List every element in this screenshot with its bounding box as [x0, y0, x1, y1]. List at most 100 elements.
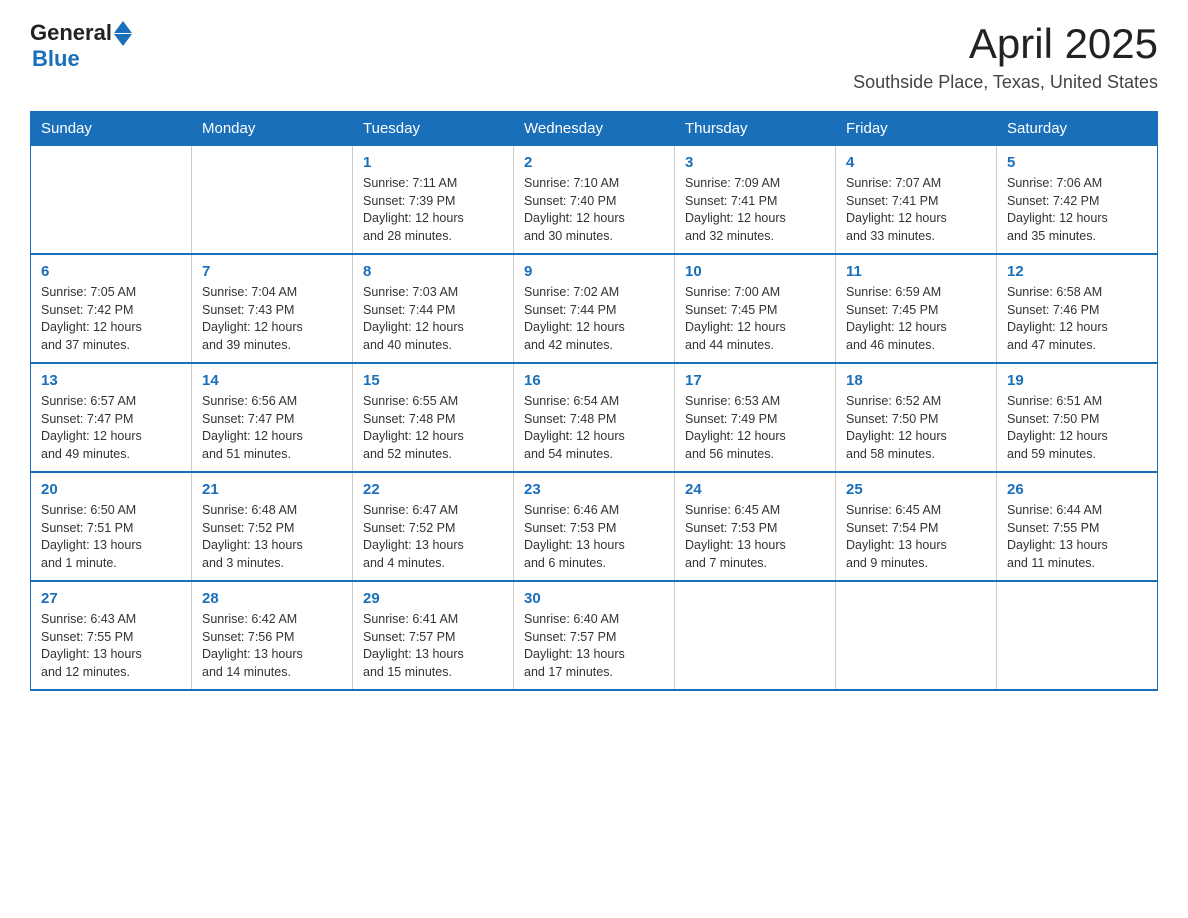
day-number: 17 [685, 372, 825, 389]
table-row: 22 Sunrise: 6:47 AM Sunset: 7:52 PM Dayli… [353, 472, 514, 581]
table-row: 23Sunrise: 6:46 AM Sunset: 7:53 PM Dayli… [514, 472, 675, 581]
header-friday: Friday [836, 112, 997, 146]
day-info: Sunrise: 7:10 AM Sunset: 7:40 PM Dayligh… [524, 175, 664, 245]
table-row: 13 Sunrise: 6:57 AM Sunset: 7:47 PM Dayli… [31, 363, 192, 472]
table-row: 5Sunrise: 7:06 AM Sunset: 7:42 PM Daylig… [997, 146, 1158, 255]
day-info: Sunrise: 6:53 AM Sunset: 7:49 PM Dayligh… [685, 393, 825, 463]
day-number: 22 [363, 481, 503, 498]
day-info: Sunrise: 6:57 AM Sunset: 7:47 PM Dayligh… [41, 393, 181, 463]
table-row: 11 Sunrise: 6:59 AM Sunset: 7:45 PM Dayli… [836, 254, 997, 363]
table-row: 29Sunrise: 6:41 AM Sunset: 7:57 PM Dayli… [353, 581, 514, 690]
day-info: Sunrise: 7:04 AM Sunset: 7:43 PM Dayligh… [202, 284, 342, 354]
table-row: 26Sunrise: 6:44 AM Sunset: 7:55 PM Dayli… [997, 472, 1158, 581]
table-row: 20Sunrise: 6:50 AM Sunset: 7:51 PM Dayli… [31, 472, 192, 581]
logo-general-text: General [30, 20, 112, 46]
header-thursday: Thursday [675, 112, 836, 146]
calendar-week-row: 1 Sunrise: 7:11 AM Sunset: 7:39 PM Daylig… [31, 146, 1158, 255]
table-row: 21 Sunrise: 6:48 AM Sunset: 7:52 PM Dayli… [192, 472, 353, 581]
logo: General Blue [30, 20, 132, 72]
day-info: Sunrise: 6:47 AM Sunset: 7:52 PM Dayligh… [363, 502, 503, 572]
day-number: 27 [41, 590, 181, 607]
table-row: 18Sunrise: 6:52 AM Sunset: 7:50 PM Dayli… [836, 363, 997, 472]
day-number: 5 [1007, 154, 1147, 171]
day-info: Sunrise: 6:56 AM Sunset: 7:47 PM Dayligh… [202, 393, 342, 463]
day-info: Sunrise: 6:59 AM Sunset: 7:45 PM Dayligh… [846, 284, 986, 354]
calendar-table: Sunday Monday Tuesday Wednesday Thursday… [30, 111, 1158, 691]
table-row: 12 Sunrise: 6:58 AM Sunset: 7:46 PM Dayli… [997, 254, 1158, 363]
calendar-week-row: 20Sunrise: 6:50 AM Sunset: 7:51 PM Dayli… [31, 472, 1158, 581]
table-row: 8 Sunrise: 7:03 AM Sunset: 7:44 PM Daylig… [353, 254, 514, 363]
day-info: Sunrise: 6:44 AM Sunset: 7:55 PM Dayligh… [1007, 502, 1147, 572]
header-tuesday: Tuesday [353, 112, 514, 146]
table-row: 15 Sunrise: 6:55 AM Sunset: 7:48 PM Dayli… [353, 363, 514, 472]
day-info: Sunrise: 6:43 AM Sunset: 7:55 PM Dayligh… [41, 611, 181, 681]
day-number: 21 [202, 481, 342, 498]
day-info: Sunrise: 7:07 AM Sunset: 7:41 PM Dayligh… [846, 175, 986, 245]
table-row [997, 581, 1158, 690]
day-number: 25 [846, 481, 986, 498]
day-number: 16 [524, 372, 664, 389]
day-info: Sunrise: 6:42 AM Sunset: 7:56 PM Dayligh… [202, 611, 342, 681]
day-info: Sunrise: 6:45 AM Sunset: 7:54 PM Dayligh… [846, 502, 986, 572]
day-number: 10 [685, 263, 825, 280]
table-row: 4 Sunrise: 7:07 AM Sunset: 7:41 PM Daylig… [836, 146, 997, 255]
day-number: 24 [685, 481, 825, 498]
calendar-header-row: Sunday Monday Tuesday Wednesday Thursday… [31, 112, 1158, 146]
calendar-week-row: 13 Sunrise: 6:57 AM Sunset: 7:47 PM Dayli… [31, 363, 1158, 472]
day-number: 4 [846, 154, 986, 171]
table-row: 30 Sunrise: 6:40 AM Sunset: 7:57 PM Dayli… [514, 581, 675, 690]
day-info: Sunrise: 7:03 AM Sunset: 7:44 PM Dayligh… [363, 284, 503, 354]
header-wednesday: Wednesday [514, 112, 675, 146]
day-number: 3 [685, 154, 825, 171]
table-row: 1 Sunrise: 7:11 AM Sunset: 7:39 PM Daylig… [353, 146, 514, 255]
day-number: 1 [363, 154, 503, 171]
location-subtitle: Southside Place, Texas, United States [853, 72, 1158, 93]
table-row [675, 581, 836, 690]
logo-triangle-up-icon [114, 21, 132, 33]
day-number: 19 [1007, 372, 1147, 389]
day-info: Sunrise: 6:48 AM Sunset: 7:52 PM Dayligh… [202, 502, 342, 572]
header-saturday: Saturday [997, 112, 1158, 146]
table-row: 24 Sunrise: 6:45 AM Sunset: 7:53 PM Dayli… [675, 472, 836, 581]
day-number: 28 [202, 590, 342, 607]
day-info: Sunrise: 6:51 AM Sunset: 7:50 PM Dayligh… [1007, 393, 1147, 463]
day-number: 12 [1007, 263, 1147, 280]
day-number: 11 [846, 263, 986, 280]
day-info: Sunrise: 6:40 AM Sunset: 7:57 PM Dayligh… [524, 611, 664, 681]
day-number: 18 [846, 372, 986, 389]
day-info: Sunrise: 7:11 AM Sunset: 7:39 PM Dayligh… [363, 175, 503, 245]
day-info: Sunrise: 7:05 AM Sunset: 7:42 PM Dayligh… [41, 284, 181, 354]
day-number: 30 [524, 590, 664, 607]
day-info: Sunrise: 6:55 AM Sunset: 7:48 PM Dayligh… [363, 393, 503, 463]
day-info: Sunrise: 7:00 AM Sunset: 7:45 PM Dayligh… [685, 284, 825, 354]
table-row [192, 146, 353, 255]
logo-triangle-down-icon [114, 34, 132, 46]
calendar-week-row: 27 Sunrise: 6:43 AM Sunset: 7:55 PM Dayli… [31, 581, 1158, 690]
day-number: 6 [41, 263, 181, 280]
table-row [836, 581, 997, 690]
table-row: 28 Sunrise: 6:42 AM Sunset: 7:56 PM Dayli… [192, 581, 353, 690]
table-row: 2Sunrise: 7:10 AM Sunset: 7:40 PM Daylig… [514, 146, 675, 255]
day-info: Sunrise: 7:02 AM Sunset: 7:44 PM Dayligh… [524, 284, 664, 354]
day-number: 15 [363, 372, 503, 389]
day-info: Sunrise: 6:58 AM Sunset: 7:46 PM Dayligh… [1007, 284, 1147, 354]
table-row [31, 146, 192, 255]
day-info: Sunrise: 6:41 AM Sunset: 7:57 PM Dayligh… [363, 611, 503, 681]
day-info: Sunrise: 6:45 AM Sunset: 7:53 PM Dayligh… [685, 502, 825, 572]
table-row: 10 Sunrise: 7:00 AM Sunset: 7:45 PM Dayli… [675, 254, 836, 363]
day-info: Sunrise: 6:46 AM Sunset: 7:53 PM Dayligh… [524, 502, 664, 572]
day-number: 9 [524, 263, 664, 280]
table-row: 7 Sunrise: 7:04 AM Sunset: 7:43 PM Daylig… [192, 254, 353, 363]
logo-blue-text: Blue [32, 46, 80, 71]
table-row: 17 Sunrise: 6:53 AM Sunset: 7:49 PM Dayli… [675, 363, 836, 472]
day-number: 7 [202, 263, 342, 280]
table-row: 14Sunrise: 6:56 AM Sunset: 7:47 PM Dayli… [192, 363, 353, 472]
month-year-title: April 2025 [853, 20, 1158, 68]
table-row: 19 Sunrise: 6:51 AM Sunset: 7:50 PM Dayli… [997, 363, 1158, 472]
table-row: 9 Sunrise: 7:02 AM Sunset: 7:44 PM Daylig… [514, 254, 675, 363]
day-number: 13 [41, 372, 181, 389]
day-info: Sunrise: 6:54 AM Sunset: 7:48 PM Dayligh… [524, 393, 664, 463]
day-number: 20 [41, 481, 181, 498]
table-row: 16 Sunrise: 6:54 AM Sunset: 7:48 PM Dayli… [514, 363, 675, 472]
day-number: 8 [363, 263, 503, 280]
